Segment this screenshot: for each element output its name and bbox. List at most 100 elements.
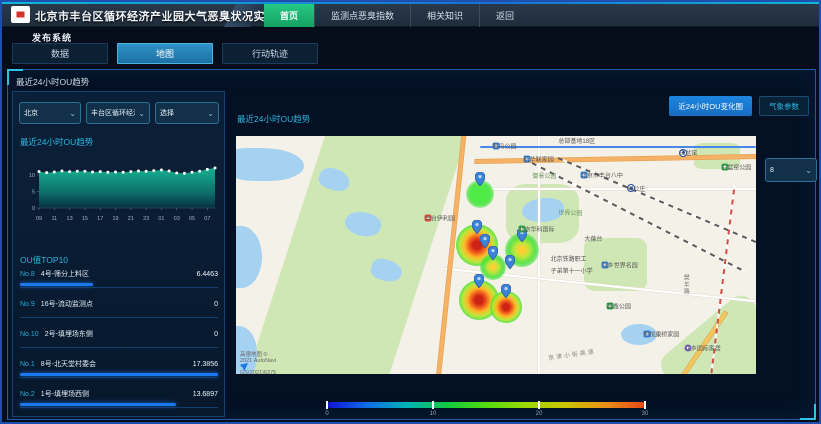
map-poi-label: 白盆窑 [679,149,687,157]
colorbar-tick-label: 10 [430,411,437,417]
rank-number: No.9 [20,301,35,308]
rank-separator [20,287,218,288]
map-section-title: 最近24小时OU趋势 [237,113,310,125]
rank-bar-track [20,313,218,316]
chevron-down-icon: ⌄ [69,109,76,118]
nav-item[interactable]: 监测点恶臭指数 [314,4,410,27]
svg-text:0: 0 [32,206,35,212]
nav-item[interactable]: 首页 [264,4,314,27]
map-canvas[interactable]: 高德地图 © 2021 AutoNavi - GS(2021)6375号 看丹公… [236,136,756,374]
map-poi-text: 大葆台 [584,234,602,243]
map-poi-label: 郭公庄 [627,184,635,192]
rank-value: 0 [214,301,218,308]
map-marker-icon[interactable] [505,255,515,269]
chevron-down-icon: ⌄ [138,109,145,118]
view-tabs: 数据地图行动轨迹 [12,43,318,64]
map-poi-label: 丰台伊利园 [425,215,432,222]
chevron-down-icon: ⌄ [805,166,812,175]
colorbar-tick [432,401,434,409]
sidebar-panel: 北京⌄丰台区循环经济产⌄选择⌄ 最近24小时OU趋势 0510091113151… [12,91,225,417]
map-marker-icon[interactable] [474,274,484,288]
ou-top10-title: OU值TOP10 [20,254,68,266]
svg-text:03: 03 [174,216,180,222]
weather-params-button[interactable]: 气象参数 [759,96,809,116]
rank-bar-track [20,373,218,376]
map-marker-icon[interactable] [501,284,511,298]
map-poi-text: 京津小街高速 [547,346,596,362]
map-water-area [236,226,262,288]
colorbar-tick-label: 30 [642,411,649,417]
filter-select[interactable]: 选择⌄ [155,102,219,124]
map-poi-label: 新华联家园 [524,155,531,162]
map-poi-text: 郭公庄 [627,184,645,193]
map-poi-text: 北京华科国际 [519,224,555,233]
map-poi-label: 高鑫公园 [607,303,614,310]
svg-text:11: 11 [51,216,57,222]
view-tab[interactable]: 数据 [12,43,108,64]
filter-value: 北京 [24,108,38,118]
map-water-area [522,198,564,222]
ou-trend-chart-svg: 0510091113151719212301030507 [15,148,223,232]
view-tab[interactable]: 行动轨迹 [222,43,318,64]
rank-row[interactable]: No.18号-北天堂村委会17.3856 [20,358,218,388]
map-poi-label: 熙悦康桥家园 [643,330,650,337]
rank-line: No.21号-填埋场西侧13.6897 [20,388,218,400]
filter-value: 丰台区循环经济产 [91,108,135,118]
top-header-bar: 北京市丰台区循环经济产业园大气恶臭状况实时 首页监测点恶臭指数相关知识返回 [2,2,819,27]
map-marker-icon[interactable] [488,246,498,260]
map-poi-text: 花乡世界名园 [602,260,638,269]
map-road [470,188,756,190]
filter-select[interactable]: 丰台区循环经济产⌄ [86,102,150,124]
ou-change-chart-button[interactable]: 近24小时OU变化图 [669,96,752,116]
rank-row[interactable]: No.8 4号-筛分上料区 6.4463 [20,268,218,298]
map-poi-label: 北京市丰台八中 [581,172,588,179]
rank-number: No.10 [20,331,39,338]
svg-text:09: 09 [36,216,42,222]
rank-value: 13.6897 [193,391,218,398]
map-poi-text: 北京市丰台八中 [581,171,623,180]
map-poi-text: 世界公园 [558,208,582,217]
rank-separator [20,377,218,378]
map-marker-icon[interactable] [472,220,482,234]
map-poi-label: 北京华科国际 [519,225,526,232]
nav-item[interactable]: 相关知识 [410,4,479,27]
map-poi-text: 新华联家园 [524,154,554,163]
map-poi-label: 花乡世界名园 [602,261,609,268]
map-poi-text: 丰台伊利园 [425,214,455,223]
map-poi-text: 花乡国际家居 [685,343,721,352]
svg-text:07: 07 [204,216,210,222]
main-panel: 最近24小时OU趋势 北京⌄丰台区循环经济产⌄选择⌄ 最近24小时OU趋势 05… [7,69,816,420]
filter-bar: 北京⌄丰台区循环经济产⌄选择⌄ [19,102,219,124]
panel-title: 最近24小时OU趋势 [16,76,89,88]
ou-colorbar [327,402,645,408]
nav-item[interactable]: 返回 [479,4,530,27]
rank-name: 4号-筛分上料区 [41,269,89,279]
view-tab[interactable]: 地图 [117,43,213,64]
rank-value: 6.4463 [197,271,218,278]
colorbar-tick [326,401,328,409]
rank-line: No.916号-流动监测点0 [20,298,218,310]
rank-row[interactable]: No.102号-填埋场东侧0 [20,328,218,358]
map-marker-icon[interactable] [475,172,485,186]
map-poi-label: 看丹公园 [493,142,500,149]
map-water-area [236,148,304,181]
svg-text:10: 10 [29,173,35,179]
filter-select[interactable]: 北京 ⌄ [19,102,81,124]
main-nav: 首页监测点恶臭指数相关知识返回 [264,4,530,27]
rank-bar [20,283,93,286]
svg-text:17: 17 [97,216,103,222]
svg-text:05: 05 [189,216,195,222]
hour-select[interactable]: 8 ⌄ [765,158,817,182]
rank-value: 0 [214,331,218,338]
colorbar-tick-label: 0 [325,411,328,417]
chevron-down-icon: ⌄ [207,109,214,118]
rank-row[interactable]: No.21号-填埋场西侧13.6897 [20,388,218,418]
map-poi-text: 樊羊路 [681,274,690,295]
rank-bar [20,403,176,406]
rank-row[interactable]: No.916号-流动监测点0 [20,298,218,328]
svg-text:15: 15 [82,216,88,222]
map-poi-text: 御景公园 [532,171,556,180]
rank-number: No.8 [20,271,35,278]
app-title: 北京市丰台区循环经济产业园大气恶臭状况实时 [35,8,277,24]
colorbar-tick [644,401,646,409]
